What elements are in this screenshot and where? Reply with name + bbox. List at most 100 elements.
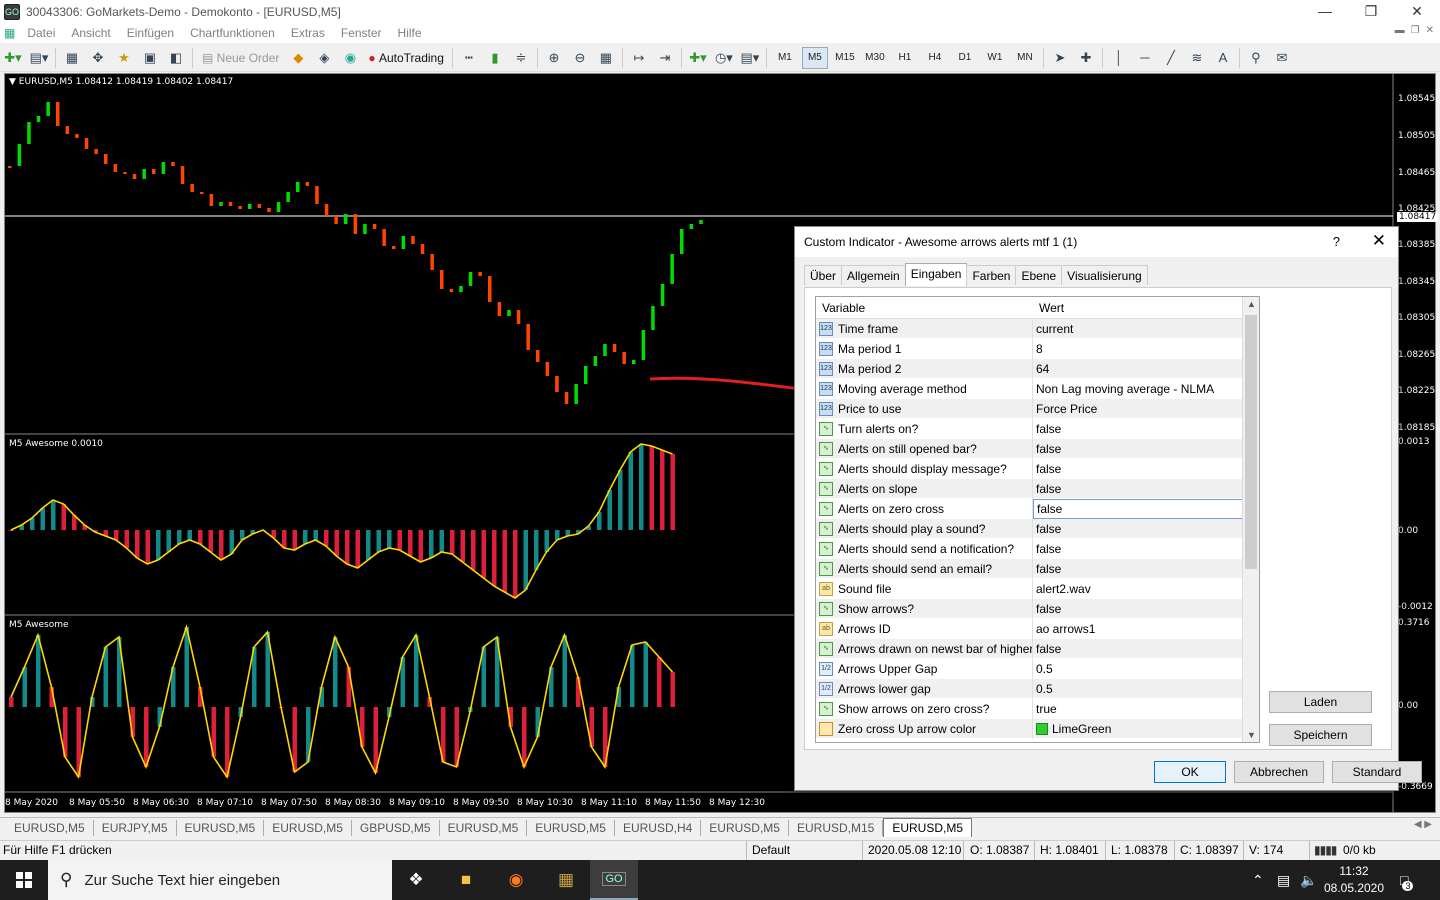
task-view-icon[interactable]: ❖ <box>392 860 440 900</box>
navigator-icon[interactable]: ★ <box>113 47 135 69</box>
chart-tab[interactable]: EURJPY,M5 <box>94 819 177 836</box>
line-chart-icon[interactable]: ≑ <box>510 47 532 69</box>
parameter-row[interactable]: ∿ Alerts on still opened bar? false <box>816 439 1253 459</box>
taskbar-search[interactable]: ⚲ Zur Suche Text hier eingeben <box>48 860 392 900</box>
parameter-row[interactable]: ∿ Alerts should play a sound? false <box>816 519 1253 539</box>
parameter-name-cell[interactable]: 123 Ma period 2 <box>816 359 1033 379</box>
windows-start-icon[interactable] <box>0 860 48 900</box>
tf-m30[interactable]: M30 <box>862 47 888 69</box>
chart-tab[interactable]: EURUSD,M5 <box>527 819 615 836</box>
tab-eingaben[interactable]: Eingaben <box>904 263 968 286</box>
parameter-value-cell[interactable]: true <box>1033 699 1253 719</box>
vps-icon[interactable]: ◉ <box>339 47 361 69</box>
chart-tab[interactable]: EURUSD,M5 <box>440 819 528 836</box>
parameter-value-cell[interactable]: alert2.wav <box>1033 579 1253 599</box>
taskbar-clock[interactable]: 11:32 08.05.2020 <box>1316 863 1392 897</box>
profiles-icon[interactable]: ▤▾ <box>28 47 50 69</box>
parameter-row[interactable]: 123 Moving average method Non Lag moving a… <box>816 379 1253 399</box>
load-button[interactable]: Laden <box>1269 691 1372 713</box>
parameter-name-cell[interactable]: 1/2 Arrows lower gap <box>816 679 1033 699</box>
parameter-row[interactable]: ∿ Show arrows? false <box>816 599 1253 619</box>
fibo-icon[interactable]: ≋ <box>1186 47 1208 69</box>
scroll-up-icon[interactable]: ▲ <box>1243 299 1259 309</box>
close-icon[interactable]: ✕ <box>1394 0 1440 23</box>
parameter-value-cell[interactable]: ao arrows1 <box>1033 619 1253 639</box>
cancel-button[interactable]: Abbrechen <box>1234 761 1324 783</box>
menu-icon[interactable]: ▦ <box>0 26 19 40</box>
minimize-icon[interactable]: — <box>1302 0 1348 23</box>
crosshair-icon[interactable]: ✚ <box>1075 47 1097 69</box>
mdi-restore-icon[interactable]: ❐ <box>1411 25 1420 36</box>
terminal-icon[interactable]: ▣ <box>139 47 161 69</box>
scroll-thumb[interactable] <box>1245 315 1257 569</box>
tab-allgemein[interactable]: Allgemein <box>841 265 906 285</box>
column-value[interactable]: Wert <box>1033 297 1253 319</box>
parameter-name-cell[interactable]: 123 Moving average method <box>816 379 1033 399</box>
parameter-row[interactable]: 1/2 Arrows lower gap 0.5 <box>816 679 1253 699</box>
parameter-row[interactable]: ∿ Alerts on slope false <box>816 479 1253 499</box>
parameter-value-cell[interactable]: false <box>1033 439 1253 459</box>
parameter-name-cell[interactable]: 123 Price to use <box>816 399 1033 419</box>
restore-icon[interactable]: ❐ <box>1348 0 1394 23</box>
parameter-row[interactable]: ∿ Turn alerts on? false <box>816 419 1253 439</box>
tile-windows-icon[interactable]: ▦ <box>595 47 617 69</box>
parameter-name-cell[interactable]: ∿ Alerts should send an email? <box>816 559 1033 579</box>
menu-fenster[interactable]: Fenster <box>333 26 390 40</box>
parameter-value-cell[interactable]: false <box>1033 479 1253 499</box>
winrar-icon[interactable]: ▦ <box>542 860 590 900</box>
parameter-row[interactable]: 123 Ma period 2 64 <box>816 359 1253 379</box>
signals-icon[interactable]: ◈ <box>313 47 335 69</box>
market-watch-icon[interactable]: ▦ <box>61 47 83 69</box>
tab-ebene[interactable]: Ebene <box>1015 265 1063 285</box>
search-icon[interactable]: ⚲ <box>1245 47 1267 69</box>
column-variable[interactable]: Variable <box>816 297 1033 319</box>
firefox-icon[interactable]: ◉ <box>492 860 540 900</box>
autotrading-button[interactable]: ● AutoTrading <box>365 47 447 69</box>
tf-m15[interactable]: M15 <box>832 47 858 69</box>
parameter-row[interactable]: Zero cross Up arrow color LimeGreen <box>816 719 1253 739</box>
parameter-value-cell[interactable]: false <box>1033 459 1253 479</box>
mdi-close-icon[interactable]: ✕ <box>1426 25 1434 36</box>
tab-farben[interactable]: Farben <box>966 265 1017 285</box>
chart-tab[interactable]: EURUSD,M5 <box>177 819 265 836</box>
candle-chart-icon[interactable]: ▮ <box>484 47 506 69</box>
menu-chartfunktionen[interactable]: Chartfunktionen <box>182 26 283 40</box>
parameter-row[interactable]: ∿ Alerts should send an email? false <box>816 559 1253 579</box>
menu-hilfe[interactable]: Hilfe <box>390 26 430 40</box>
parameter-name-cell[interactable]: Zero cross Up arrow color <box>816 719 1033 739</box>
parameter-row[interactable]: ∿ Show arrows on zero cross? true <box>816 699 1253 719</box>
parameter-name-cell[interactable]: 1/2 Arrows Upper Gap <box>816 659 1033 679</box>
parameter-value-cell[interactable]: 64 <box>1033 359 1253 379</box>
data-window-icon[interactable]: ✥ <box>87 47 109 69</box>
mt4-taskbar-icon[interactable]: GO <box>590 860 638 900</box>
parameter-value-cell[interactable]: false <box>1033 599 1253 619</box>
parameter-value-cell[interactable]: 0.5 <box>1033 679 1253 699</box>
tf-m1[interactable]: M1 <box>772 47 798 69</box>
tf-m5[interactable]: M5 <box>801 46 828 69</box>
scroll-down-icon[interactable]: ▼ <box>1243 730 1259 740</box>
mdi-minimize-icon[interactable]: ▬ <box>1395 25 1405 36</box>
chart-tab[interactable]: EURUSD,M15 <box>789 819 884 836</box>
chart-tab[interactable]: EURUSD,M5 <box>701 819 789 836</box>
tf-d1[interactable]: D1 <box>952 47 978 69</box>
new-chart-icon[interactable]: ✚▾ <box>2 47 24 69</box>
tab-scroll-icon[interactable]: ◀ ▶ <box>1414 819 1432 830</box>
parameter-row[interactable]: 1/2 Arrows Upper Gap 0.5 <box>816 659 1253 679</box>
parameter-name-cell[interactable]: 123 Ma period 1 <box>816 339 1033 359</box>
cursor-icon[interactable]: ➤ <box>1049 47 1071 69</box>
tf-h1[interactable]: H1 <box>892 47 918 69</box>
bar-chart-icon[interactable]: ┅ <box>458 47 480 69</box>
parameter-value-cell[interactable]: false <box>1033 539 1253 559</box>
parameter-row[interactable]: 123 Price to use Force Price <box>816 399 1253 419</box>
zoom-out-icon[interactable]: ⊖ <box>569 47 591 69</box>
grid-scrollbar[interactable]: ▲ ▼ <box>1242 297 1259 742</box>
standard-button[interactable]: Standard <box>1332 761 1422 783</box>
tester-icon[interactable]: ◧ <box>165 47 187 69</box>
indicators-icon[interactable]: ✚▾ <box>687 47 709 69</box>
save-button[interactable]: Speichern <box>1269 724 1372 746</box>
tab-ueber[interactable]: Über <box>804 265 843 285</box>
parameter-name-cell[interactable]: ab Arrows ID <box>816 619 1033 639</box>
templates-icon[interactable]: ▤▾ <box>739 47 761 69</box>
parameter-row[interactable]: ∿ Alerts should display message? false <box>816 459 1253 479</box>
chart-tab[interactable]: EURUSD,M5 <box>264 819 352 836</box>
